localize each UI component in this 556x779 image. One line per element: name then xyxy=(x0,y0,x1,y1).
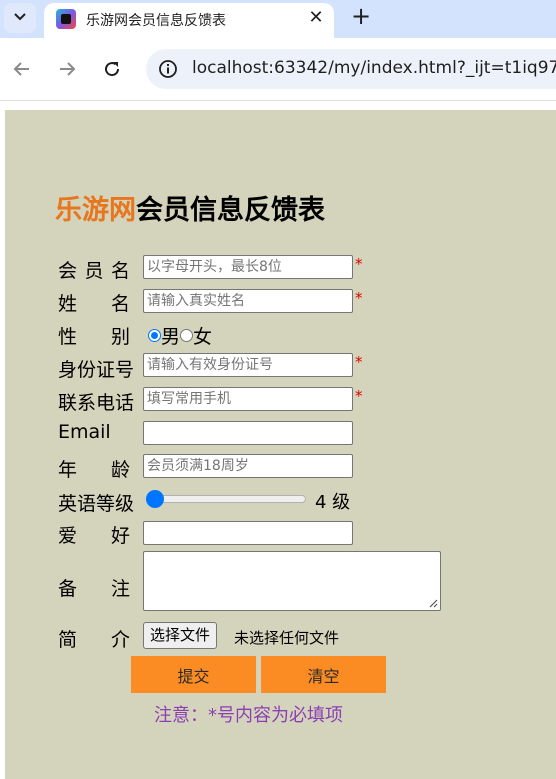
close-tab-icon[interactable]: ✕ xyxy=(306,8,326,28)
required-mark: * xyxy=(355,289,363,307)
browser-tab[interactable]: 乐游网会员信息反馈表 ✕ xyxy=(44,3,334,38)
chevron-down-icon xyxy=(14,13,26,21)
english-level-label: 英语等级 xyxy=(58,493,135,515)
age-label: 年龄 xyxy=(58,459,130,481)
english-level-slider[interactable] xyxy=(146,490,306,508)
email-label: Email xyxy=(58,421,111,443)
file-status-text: 未选择任何文件 xyxy=(234,629,340,647)
reset-button[interactable]: 清空 xyxy=(261,656,386,693)
required-note: 注意：*号内容为必填项 xyxy=(154,705,343,726)
id-number-label: 身份证号 xyxy=(58,359,135,381)
resize-grip-icon[interactable] xyxy=(429,599,438,608)
gender-female-label[interactable]: 女 xyxy=(193,326,212,348)
gender-radio-group: 男女 xyxy=(148,322,212,349)
brand-name: 乐游网 xyxy=(55,195,136,226)
required-mark: * xyxy=(355,255,363,273)
gender-female-radio[interactable] xyxy=(180,329,194,342)
phone-label: 联系电话 xyxy=(58,392,135,414)
required-mark: * xyxy=(355,387,363,405)
new-tab-icon[interactable]: + xyxy=(348,4,374,30)
intro-label: 简介 xyxy=(58,629,130,651)
choose-file-button[interactable]: 选择文件 xyxy=(143,622,218,649)
remarks-textarea[interactable] xyxy=(143,551,441,611)
hobby-input[interactable] xyxy=(143,521,353,545)
page-title: 乐游网会员信息反馈表 xyxy=(55,188,325,227)
phone-input[interactable] xyxy=(143,387,353,411)
id-number-input[interactable] xyxy=(143,353,353,377)
required-mark: * xyxy=(355,353,363,371)
english-level-value: 4 级 xyxy=(315,492,351,513)
slider-thumb[interactable] xyxy=(146,490,164,508)
member-name-label: 会员名 xyxy=(58,260,130,282)
back-arrow-icon[interactable] xyxy=(9,56,35,82)
age-input[interactable] xyxy=(143,454,353,478)
hobby-label: 爱好 xyxy=(58,525,130,547)
submit-button[interactable]: 提交 xyxy=(131,656,256,693)
address-bar[interactable]: localhost:63342/my/index.html?_ijt=t1iq9… xyxy=(146,49,556,89)
real-name-input[interactable] xyxy=(143,289,353,313)
forward-arrow-icon[interactable] xyxy=(54,56,80,82)
site-info-icon[interactable] xyxy=(158,59,178,79)
remarks-label: 备注 xyxy=(58,578,130,600)
real-name-label: 姓名 xyxy=(58,293,130,315)
page-background: 乐游网会员信息反馈表 会员名 * 姓名 * 性别 男女 身份证号 * 联系电话 … xyxy=(5,110,556,779)
browser-toolbar: localhost:63342/my/index.html?_ijt=t1iq9… xyxy=(0,38,556,101)
url-text: localhost:63342/my/index.html?_ijt=t1iq9… xyxy=(192,58,556,78)
gender-male-label[interactable]: 男 xyxy=(161,326,180,348)
tab-title: 乐游网会员信息反馈表 xyxy=(86,13,226,29)
webstorm-favicon-icon xyxy=(56,9,76,29)
browser-tab-strip: 乐游网会员信息反馈表 ✕ + xyxy=(0,0,556,38)
gender-label: 性别 xyxy=(58,326,130,348)
email-input[interactable] xyxy=(143,421,353,445)
title-text: 会员信息反馈表 xyxy=(136,195,325,226)
member-name-input[interactable] xyxy=(143,255,353,279)
gender-male-radio[interactable] xyxy=(148,329,161,342)
reload-icon[interactable] xyxy=(99,56,125,82)
tab-search-button[interactable] xyxy=(4,3,36,33)
